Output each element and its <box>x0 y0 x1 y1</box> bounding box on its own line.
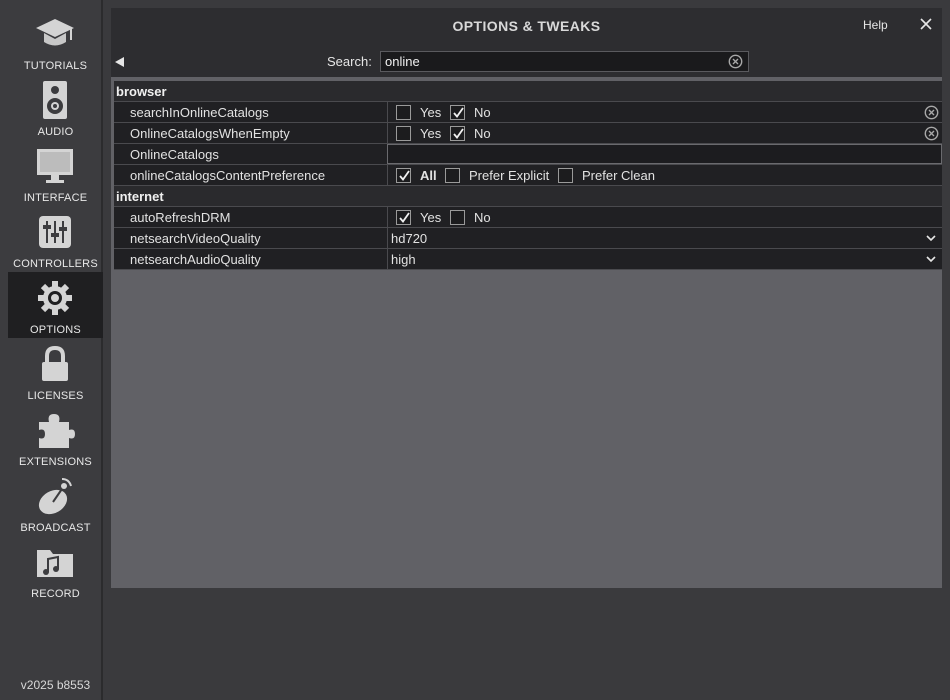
checkbox-label: Yes <box>420 105 442 120</box>
sidebar-item-label: LICENSES <box>27 390 84 402</box>
sidebar-item-broadcast[interactable]: BROADCAST <box>8 470 103 536</box>
option-key: OnlineCatalogs <box>130 147 219 162</box>
table-row: autoRefreshDRM Yes No <box>114 207 942 228</box>
no-checkbox[interactable] <box>450 105 465 120</box>
sidebar-item-record[interactable]: RECORD <box>8 536 103 602</box>
option-value: Yes No <box>387 123 942 143</box>
option-key: onlineCatalogsContentPreference <box>130 168 326 183</box>
back-arrow-icon[interactable] <box>114 55 126 67</box>
checkbox-label: No <box>474 210 491 225</box>
sidebar-item-tutorials[interactable]: TUTORIALS <box>8 8 103 74</box>
table-row: OnlineCatalogsWhenEmpty Yes No <box>114 123 942 144</box>
options-table: browser searchInOnlineCatalogs Yes No On… <box>114 81 942 270</box>
speaker-icon <box>35 80 75 120</box>
table-row: onlineCatalogsContentPreference All Pref… <box>114 165 942 186</box>
video-quality-select[interactable]: hd720 <box>387 228 942 248</box>
search-bar: Search: <box>111 43 942 77</box>
section-label: browser <box>116 84 167 99</box>
sidebar-item-label: CONTROLLERS <box>13 258 98 270</box>
all-checkbox[interactable] <box>396 168 411 183</box>
prefer-clean-checkbox[interactable] <box>558 168 573 183</box>
sidebar-item-controllers[interactable]: CONTROLLERS <box>8 206 103 272</box>
sidebar-item-label: RECORD <box>31 588 80 600</box>
yes-checkbox[interactable] <box>396 210 411 225</box>
lock-icon <box>35 344 75 384</box>
no-checkbox[interactable] <box>450 210 465 225</box>
yes-checkbox[interactable] <box>396 126 411 141</box>
checkbox-label: Yes <box>420 126 442 141</box>
option-value: All Prefer Explicit Prefer Clean <box>387 165 942 185</box>
checkbox-label: All <box>420 168 437 183</box>
reset-option-icon[interactable] <box>924 126 939 141</box>
sidebar-item-label: TUTORIALS <box>23 60 88 72</box>
table-row: netsearchVideoQuality hd720 <box>114 228 942 249</box>
sidebar: TUTORIALS AUDIO INTERFACE CONTROLLERS OP… <box>0 0 103 700</box>
search-input[interactable] <box>380 51 749 72</box>
reset-option-icon[interactable] <box>924 105 939 120</box>
sidebar-item-label: BROADCAST <box>20 522 91 534</box>
checkbox-label: No <box>474 126 491 141</box>
title-bar: OPTIONS & TWEAKS Help <box>111 8 942 43</box>
option-key: netsearchAudioQuality <box>130 252 261 267</box>
monitor-icon <box>35 146 75 186</box>
window-title: OPTIONS & TWEAKS <box>452 18 601 34</box>
chevron-down-icon <box>926 256 936 263</box>
audio-quality-select[interactable]: high <box>387 249 942 269</box>
sidebar-item-options[interactable]: OPTIONS <box>8 272 103 338</box>
checkbox-label: Prefer Clean <box>582 168 655 183</box>
sidebar-item-label: INTERFACE <box>23 192 88 204</box>
checkmark-icon <box>399 212 410 223</box>
option-value: Yes No <box>387 207 942 227</box>
option-key: searchInOnlineCatalogs <box>130 105 269 120</box>
gear-icon <box>35 278 75 318</box>
clear-search-icon[interactable] <box>728 54 743 69</box>
options-window: OPTIONS & TWEAKS Help Search: browser se… <box>111 8 942 588</box>
puzzle-icon <box>35 410 75 450</box>
option-key: OnlineCatalogsWhenEmpty <box>130 126 290 141</box>
sidebar-item-label: AUDIO <box>37 126 74 138</box>
version-label: v2025 b8553 <box>20 678 91 692</box>
section-label: internet <box>116 189 164 204</box>
music-folder-icon <box>35 542 75 582</box>
checkmark-icon <box>453 128 464 139</box>
close-icon[interactable] <box>917 15 935 33</box>
prefer-explicit-checkbox[interactable] <box>445 168 460 183</box>
yes-checkbox[interactable] <box>396 105 411 120</box>
online-catalogs-field[interactable] <box>387 144 942 164</box>
sliders-icon <box>35 212 75 252</box>
sidebar-item-interface[interactable]: INTERFACE <box>8 140 103 206</box>
option-value: Yes No <box>387 102 942 122</box>
sidebar-item-label: EXTENSIONS <box>19 456 92 468</box>
checkbox-label: Prefer Explicit <box>469 168 550 183</box>
select-value: high <box>391 252 416 267</box>
sidebar-item-audio[interactable]: AUDIO <box>8 74 103 140</box>
table-row: netsearchAudioQuality high <box>114 249 942 270</box>
help-button[interactable]: Help <box>863 18 888 32</box>
table-row: searchInOnlineCatalogs Yes No <box>114 102 942 123</box>
graduation-cap-icon <box>35 14 75 54</box>
sidebar-item-licenses[interactable]: LICENSES <box>8 338 103 404</box>
checkmark-icon <box>399 170 410 181</box>
satellite-dish-icon <box>35 476 75 516</box>
option-key: autoRefreshDRM <box>130 210 231 225</box>
search-label: Search: <box>327 54 372 69</box>
no-checkbox[interactable] <box>450 126 465 141</box>
sidebar-item-label: OPTIONS <box>30 324 81 336</box>
section-header: browser <box>114 81 942 102</box>
checkbox-label: No <box>474 105 491 120</box>
option-key: netsearchVideoQuality <box>130 231 261 246</box>
checkmark-icon <box>453 107 464 118</box>
sidebar-item-extensions[interactable]: EXTENSIONS <box>8 404 103 470</box>
select-value: hd720 <box>391 231 428 246</box>
table-row: OnlineCatalogs <box>114 144 942 165</box>
section-header: internet <box>114 186 942 207</box>
chevron-down-icon <box>926 235 936 242</box>
checkbox-label: Yes <box>420 210 442 225</box>
